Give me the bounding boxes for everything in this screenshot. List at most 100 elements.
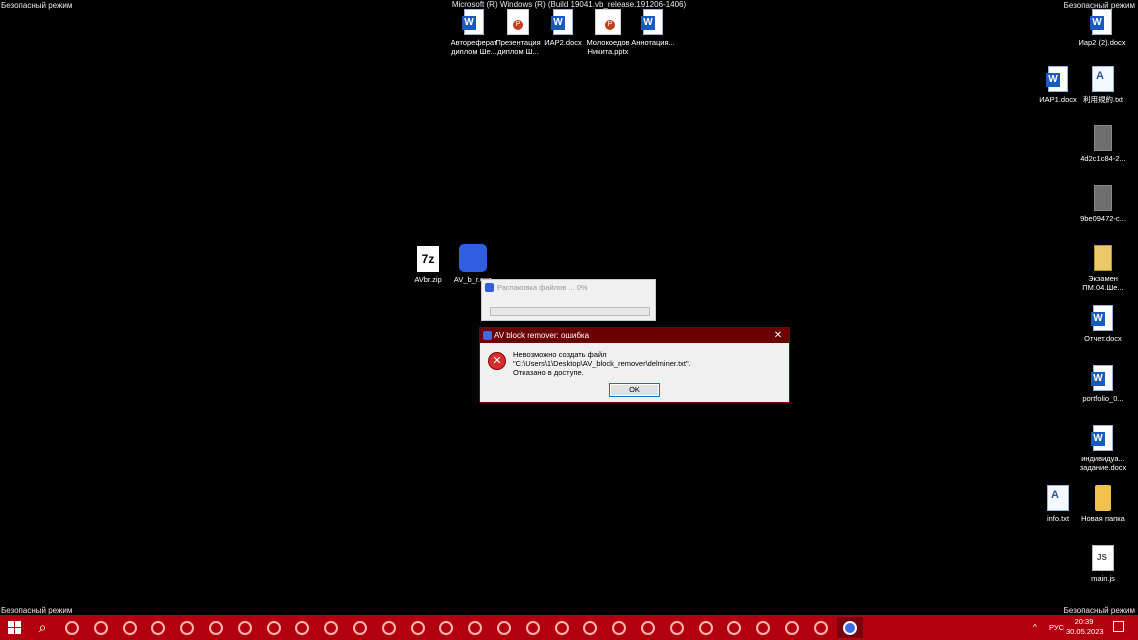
taskbar-app-button[interactable] xyxy=(203,617,229,638)
language-indicator[interactable]: РУС xyxy=(1049,623,1064,640)
desktop-icon-portfolio[interactable]: portfolio_0... xyxy=(1075,365,1131,403)
taskbar-app-button[interactable] xyxy=(376,617,402,638)
taskbar-app-button[interactable] xyxy=(117,617,143,638)
extract-progress-window: Распаковка файлов ... 0% xyxy=(481,279,656,321)
ok-button[interactable]: OK xyxy=(609,383,660,397)
app-icon xyxy=(554,620,569,635)
desktop-icon-9be09472[interactable]: 9be09472-c... xyxy=(1075,185,1131,223)
app-icon xyxy=(727,620,742,635)
desktop-icon-label: Экзамен ПМ.04.Ше... xyxy=(1082,274,1124,292)
desktop-icon-label: индивидуа... задание.docx xyxy=(1079,454,1127,472)
taskbar-app-button[interactable] xyxy=(232,617,258,638)
app-icon xyxy=(353,620,367,635)
safe-mode-label-bottom-right: Безопасный режим xyxy=(1063,606,1135,615)
taskbar: ⌕ ^ РУС 20:39 30.05.2023 xyxy=(0,615,1138,640)
folder-icon xyxy=(1095,485,1111,511)
desktop-icon-label: main.js xyxy=(1091,574,1115,583)
desktop-icon-av-b-r-exe[interactable]: AV_b_r.exe xyxy=(445,244,501,284)
taskbar-app-button[interactable] xyxy=(405,617,431,638)
desktop-icon-4d2c1c84[interactable]: 4d2c1c84-2... xyxy=(1075,125,1131,163)
app-icon xyxy=(468,620,483,635)
av-block-remover-icon xyxy=(459,244,487,272)
app-icon xyxy=(209,620,223,635)
desktop-icon-individualnoe[interactable]: индивидуа... задание.docx xyxy=(1075,425,1131,472)
desktop-icon-annotaciya[interactable]: Аннотация... xyxy=(625,9,681,47)
app-icon xyxy=(497,620,511,635)
app-icon xyxy=(237,620,252,635)
desktop-icon-otchet[interactable]: Отчет.docx xyxy=(1075,305,1131,343)
desktop-icon-label: Аннотация... xyxy=(631,38,675,47)
taskbar-app-button[interactable] xyxy=(318,617,344,638)
app-icon xyxy=(483,331,492,340)
desktop-icon-label: Отчет.docx xyxy=(1084,334,1122,343)
error-dialog-title: AV block remover: ошибка xyxy=(494,331,590,340)
taskbar-app-button[interactable] xyxy=(491,617,517,638)
desktop-icon-label: 利用規約.txt xyxy=(1082,95,1123,104)
taskbar-app-button[interactable] xyxy=(750,617,776,638)
desktop-icon-label: Новая папка xyxy=(1081,514,1125,523)
app-icon xyxy=(381,620,396,635)
taskbar-app-button[interactable] xyxy=(836,617,863,638)
error-dialog-titlebar: AV block remover: ошибка ✕ xyxy=(480,328,789,343)
word-doc-icon xyxy=(641,9,663,35)
app-icon xyxy=(180,620,195,635)
app-icon xyxy=(439,620,454,635)
taskbar-app-button[interactable] xyxy=(808,617,834,638)
powerpoint-doc-icon xyxy=(507,9,529,35)
taskbar-app-button[interactable] xyxy=(174,617,200,638)
clock-time: 20:39 xyxy=(1074,617,1094,626)
desktop-icon-label: 9be09472-c... xyxy=(1080,214,1126,223)
windows-build-label: Microsoft (R) Windows (R) (Build 19041.v… xyxy=(451,0,687,9)
extract-progress-bar xyxy=(490,307,650,316)
desktop-icon-new-folder[interactable]: Новая папка xyxy=(1075,485,1131,523)
desktop-icon-main-js[interactable]: main.js xyxy=(1075,545,1131,583)
taskbar-app-button[interactable] xyxy=(88,617,114,638)
close-icon[interactable]: ✕ xyxy=(771,328,785,343)
taskbar-app-button[interactable] xyxy=(433,617,459,638)
taskbar-app-button[interactable] xyxy=(145,617,171,638)
error-dialog-body: ✕ Невозможно создать файл "C:\Users\1\De… xyxy=(480,343,789,403)
taskbar-app-button[interactable] xyxy=(347,617,373,638)
taskbar-app-button[interactable] xyxy=(549,617,575,638)
file-icon xyxy=(1094,185,1112,211)
file-icon xyxy=(1094,125,1112,151)
app-icon xyxy=(842,620,857,635)
taskbar-app-button[interactable] xyxy=(261,617,287,638)
word-doc-icon xyxy=(462,9,484,35)
app-icon xyxy=(525,620,540,635)
error-icon: ✕ xyxy=(488,352,506,370)
app-icon xyxy=(266,620,281,635)
tray-overflow-chevron-icon[interactable]: ^ xyxy=(1033,623,1037,640)
desktop-icon-label: Иар2 (2).docx xyxy=(1078,38,1126,47)
search-icon[interactable]: ⌕ xyxy=(35,620,50,635)
word-doc-icon xyxy=(1046,66,1068,92)
taskbar-app-button[interactable] xyxy=(721,617,747,638)
7zip-archive-icon: 7z xyxy=(417,246,439,272)
taskbar-app-button[interactable] xyxy=(664,617,690,638)
app-icon xyxy=(295,620,310,635)
app-icon xyxy=(756,620,771,635)
taskbar-app-button[interactable] xyxy=(520,617,546,638)
taskbar-app-button[interactable] xyxy=(577,617,603,638)
clock[interactable]: 20:39 30.05.2023 xyxy=(1066,617,1104,640)
desktop-icon-iar2-2[interactable]: Иар2 (2).docx xyxy=(1074,9,1130,47)
app-icon xyxy=(324,620,339,635)
app-icon xyxy=(669,620,684,635)
app-icon xyxy=(612,620,627,635)
error-dialog: AV block remover: ошибка ✕ ✕ Невозможно … xyxy=(479,327,790,403)
taskbar-app-button[interactable] xyxy=(59,617,85,638)
taskbar-app-button[interactable] xyxy=(779,617,805,638)
desktop-icon-label: 4d2c1c84-2... xyxy=(1080,154,1126,163)
taskbar-app-button[interactable] xyxy=(462,617,488,638)
word-doc-icon xyxy=(1090,9,1112,35)
app-icon xyxy=(151,620,166,635)
desktop-icon-terms-txt[interactable]: 利用規約.txt xyxy=(1075,66,1131,104)
taskbar-app-button[interactable] xyxy=(289,617,315,638)
desktop-icon-ekzamen[interactable]: Экзамен ПМ.04.Ше... xyxy=(1075,245,1131,292)
windows-start-icon[interactable] xyxy=(8,621,21,634)
app-icon xyxy=(583,620,598,635)
taskbar-app-button[interactable] xyxy=(606,617,632,638)
taskbar-app-button[interactable] xyxy=(693,617,719,638)
taskbar-app-button[interactable] xyxy=(635,617,661,638)
notification-center-icon[interactable] xyxy=(1113,621,1124,632)
